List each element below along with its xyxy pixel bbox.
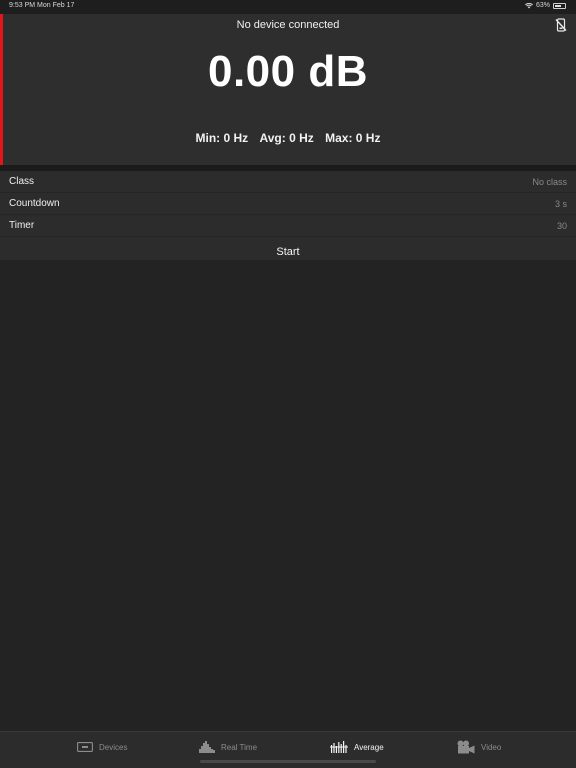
status-time: 9:53 PM Mon Feb 17 [9, 2, 75, 9]
start-button[interactable]: Start [0, 237, 576, 260]
min-frequency: Min: 0 Hz [195, 131, 249, 145]
countdown-row[interactable]: Countdown 3 s [0, 193, 576, 215]
real-time-chart-icon [199, 741, 215, 753]
phone-disconnected-icon[interactable] [555, 18, 567, 32]
average-bars-icon [330, 741, 348, 753]
start-button-label: Start [276, 246, 300, 258]
video-camera-icon [457, 740, 475, 754]
status-indicators: 63% [524, 2, 566, 9]
tab-average[interactable]: Average [330, 740, 384, 754]
class-value: No class [532, 177, 567, 187]
class-row[interactable]: Class No class [0, 171, 576, 193]
devices-icon [77, 742, 93, 752]
battery-icon [553, 2, 566, 9]
battery-fill [555, 4, 561, 7]
avg-frequency: Avg: 0 Hz [259, 131, 314, 145]
battery-percent: 63% [535, 2, 550, 9]
countdown-label: Countdown [9, 198, 60, 209]
home-indicator [200, 760, 376, 763]
timer-value: 30 [556, 221, 567, 231]
tab-real-time-label: Real Time [221, 742, 258, 752]
tab-video[interactable]: Video [457, 740, 501, 754]
frequency-stats: Min: 0 Hz Avg: 0 Hz Max: 0 Hz [0, 131, 576, 145]
decibel-readout: 0.00 dB [207, 47, 368, 96]
class-label: Class [9, 176, 35, 187]
timer-label: Timer [9, 220, 35, 231]
level-meter-panel: No device connected 0.00 dB Min: 0 Hz Av… [0, 14, 576, 165]
wifi-icon [524, 2, 533, 8]
tab-average-label: Average [354, 742, 384, 752]
max-frequency: Max: 0 Hz [325, 131, 381, 145]
tab-video-label: Video [481, 742, 502, 752]
device-connection-status: No device connected [236, 19, 340, 31]
countdown-value: 3 s [554, 199, 567, 209]
status-bar: 9:53 PM Mon Feb 17 63% [0, 0, 576, 14]
timer-row[interactable]: Timer 30 [0, 215, 576, 237]
tab-devices-label: Devices [99, 742, 128, 752]
tab-real-time[interactable]: Real Time [199, 740, 257, 754]
settings-list: Class No class Countdown 3 s Timer 30 St… [0, 171, 576, 260]
app-screen: 9:53 PM Mon Feb 17 63% No device connect… [0, 0, 576, 768]
tab-devices[interactable]: Devices [77, 740, 127, 754]
